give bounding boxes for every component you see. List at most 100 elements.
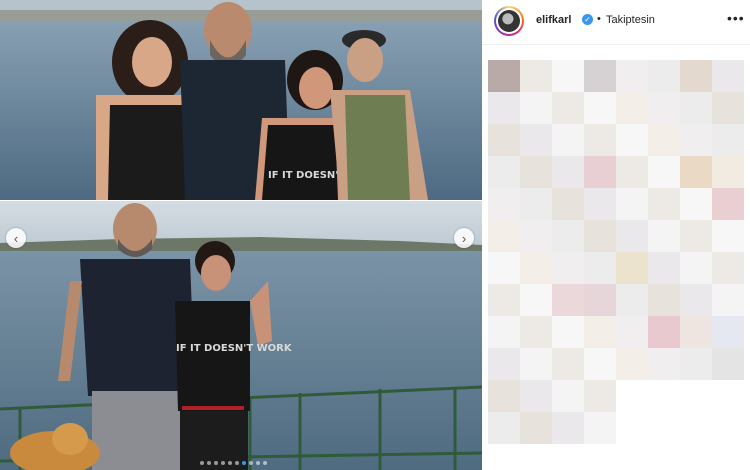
username-link[interactable]: elifkarl (536, 14, 571, 26)
carousel-prev-button[interactable]: ‹ (6, 228, 26, 248)
mosaic-cell (616, 348, 648, 380)
mosaic-cell (648, 348, 680, 380)
mosaic-cell (584, 60, 616, 92)
mosaic-cell (680, 348, 712, 380)
mosaic-cell (552, 252, 584, 284)
mosaic-cell (712, 156, 744, 188)
mosaic-cell (680, 188, 712, 220)
mosaic-cell (712, 124, 744, 156)
mosaic-cell (616, 316, 648, 348)
mosaic-cell (584, 348, 616, 380)
chevron-right-icon: › (461, 230, 467, 246)
mosaic-cell (552, 348, 584, 380)
chevron-left-icon: ‹ (13, 230, 19, 246)
carousel-dot (207, 461, 211, 465)
follow-status-button[interactable]: Takiptesin (606, 14, 655, 26)
mosaic-cell (712, 284, 744, 316)
mosaic-cell (488, 60, 520, 92)
mosaic-cell (552, 316, 584, 348)
mosaic-cell (520, 348, 552, 380)
mosaic-cell (488, 124, 520, 156)
mosaic-cell (616, 252, 648, 284)
mosaic-cell (488, 348, 520, 380)
avatar[interactable] (494, 6, 524, 36)
carousel-dot (228, 461, 232, 465)
mosaic-cell (648, 284, 680, 316)
mosaic-cell (712, 60, 744, 92)
carousel-indicator (200, 461, 267, 465)
mosaic-cell (488, 188, 520, 220)
mosaic-cell (520, 92, 552, 124)
mosaic-cell (488, 316, 520, 348)
mosaic-cell (520, 380, 552, 412)
mosaic-cell (680, 252, 712, 284)
mosaic-cell (552, 284, 584, 316)
mosaic-cell (488, 220, 520, 252)
mosaic-cell (584, 380, 616, 412)
carousel-next-button[interactable]: › (454, 228, 474, 248)
post-side-panel: elifkarl ✓ • Takiptesin ••• (482, 0, 750, 470)
mosaic-cell (584, 316, 616, 348)
mosaic-cell (680, 156, 712, 188)
mosaic-cell (552, 188, 584, 220)
mosaic-cell (680, 60, 712, 92)
shirt-text-bottom: IF IT DOESN'T WORK (176, 343, 293, 354)
mosaic-cell (616, 92, 648, 124)
mosaic-cell (648, 60, 680, 92)
mosaic-cell (552, 380, 584, 412)
mosaic-cell (488, 156, 520, 188)
mosaic-cell (584, 252, 616, 284)
mosaic-cell (520, 60, 552, 92)
mosaic-cell (520, 316, 552, 348)
mosaic-cell (552, 92, 584, 124)
pixelated-comments-area (488, 60, 750, 470)
header-separator: • (597, 13, 601, 25)
mosaic-cell (584, 156, 616, 188)
mosaic-cell (584, 124, 616, 156)
carousel-dot-active (242, 461, 246, 465)
post-header: elifkarl ✓ • Takiptesin ••• (482, 0, 750, 44)
more-options-icon[interactable]: ••• (727, 10, 745, 26)
mosaic-cell (520, 412, 552, 444)
carousel-dot (200, 461, 204, 465)
mosaic-cell (552, 220, 584, 252)
mosaic-cell (520, 188, 552, 220)
mosaic-cell (712, 316, 744, 348)
mosaic-cell (488, 92, 520, 124)
mosaic-cell (488, 284, 520, 316)
mosaic-cell (680, 124, 712, 156)
mosaic-cell (584, 284, 616, 316)
mosaic-cell (552, 412, 584, 444)
mosaic-cell (616, 156, 648, 188)
mosaic-cell (584, 92, 616, 124)
mosaic-cell (488, 412, 520, 444)
mosaic-cell (712, 188, 744, 220)
mosaic-cell (680, 92, 712, 124)
verified-badge-icon: ✓ (582, 14, 593, 25)
mosaic-cell (488, 380, 520, 412)
mosaic-cell (552, 124, 584, 156)
mosaic-cell (520, 156, 552, 188)
carousel-dot (235, 461, 239, 465)
mosaic-cell (648, 220, 680, 252)
mosaic-cell (680, 284, 712, 316)
mosaic-cell (584, 188, 616, 220)
post-media[interactable]: IF IT DOESN'T WORK IF IT DOESN'T WORK ‹ … (0, 0, 482, 470)
mosaic-cell (648, 252, 680, 284)
mosaic-cell (616, 188, 648, 220)
carousel-dot (263, 461, 267, 465)
mosaic-cell (520, 284, 552, 316)
photo-couple-with-dog: IF IT DOESN'T WORK (0, 201, 482, 470)
mosaic-cell (616, 124, 648, 156)
mosaic-cell (584, 412, 616, 444)
mosaic-cell (520, 220, 552, 252)
mosaic-cell (648, 124, 680, 156)
mosaic-cell (616, 220, 648, 252)
carousel-dot (249, 461, 253, 465)
mosaic-cell (712, 92, 744, 124)
mosaic-cell (520, 124, 552, 156)
mosaic-cell (584, 220, 616, 252)
mosaic-cell (648, 188, 680, 220)
mosaic-cell (712, 252, 744, 284)
carousel-dot (221, 461, 225, 465)
